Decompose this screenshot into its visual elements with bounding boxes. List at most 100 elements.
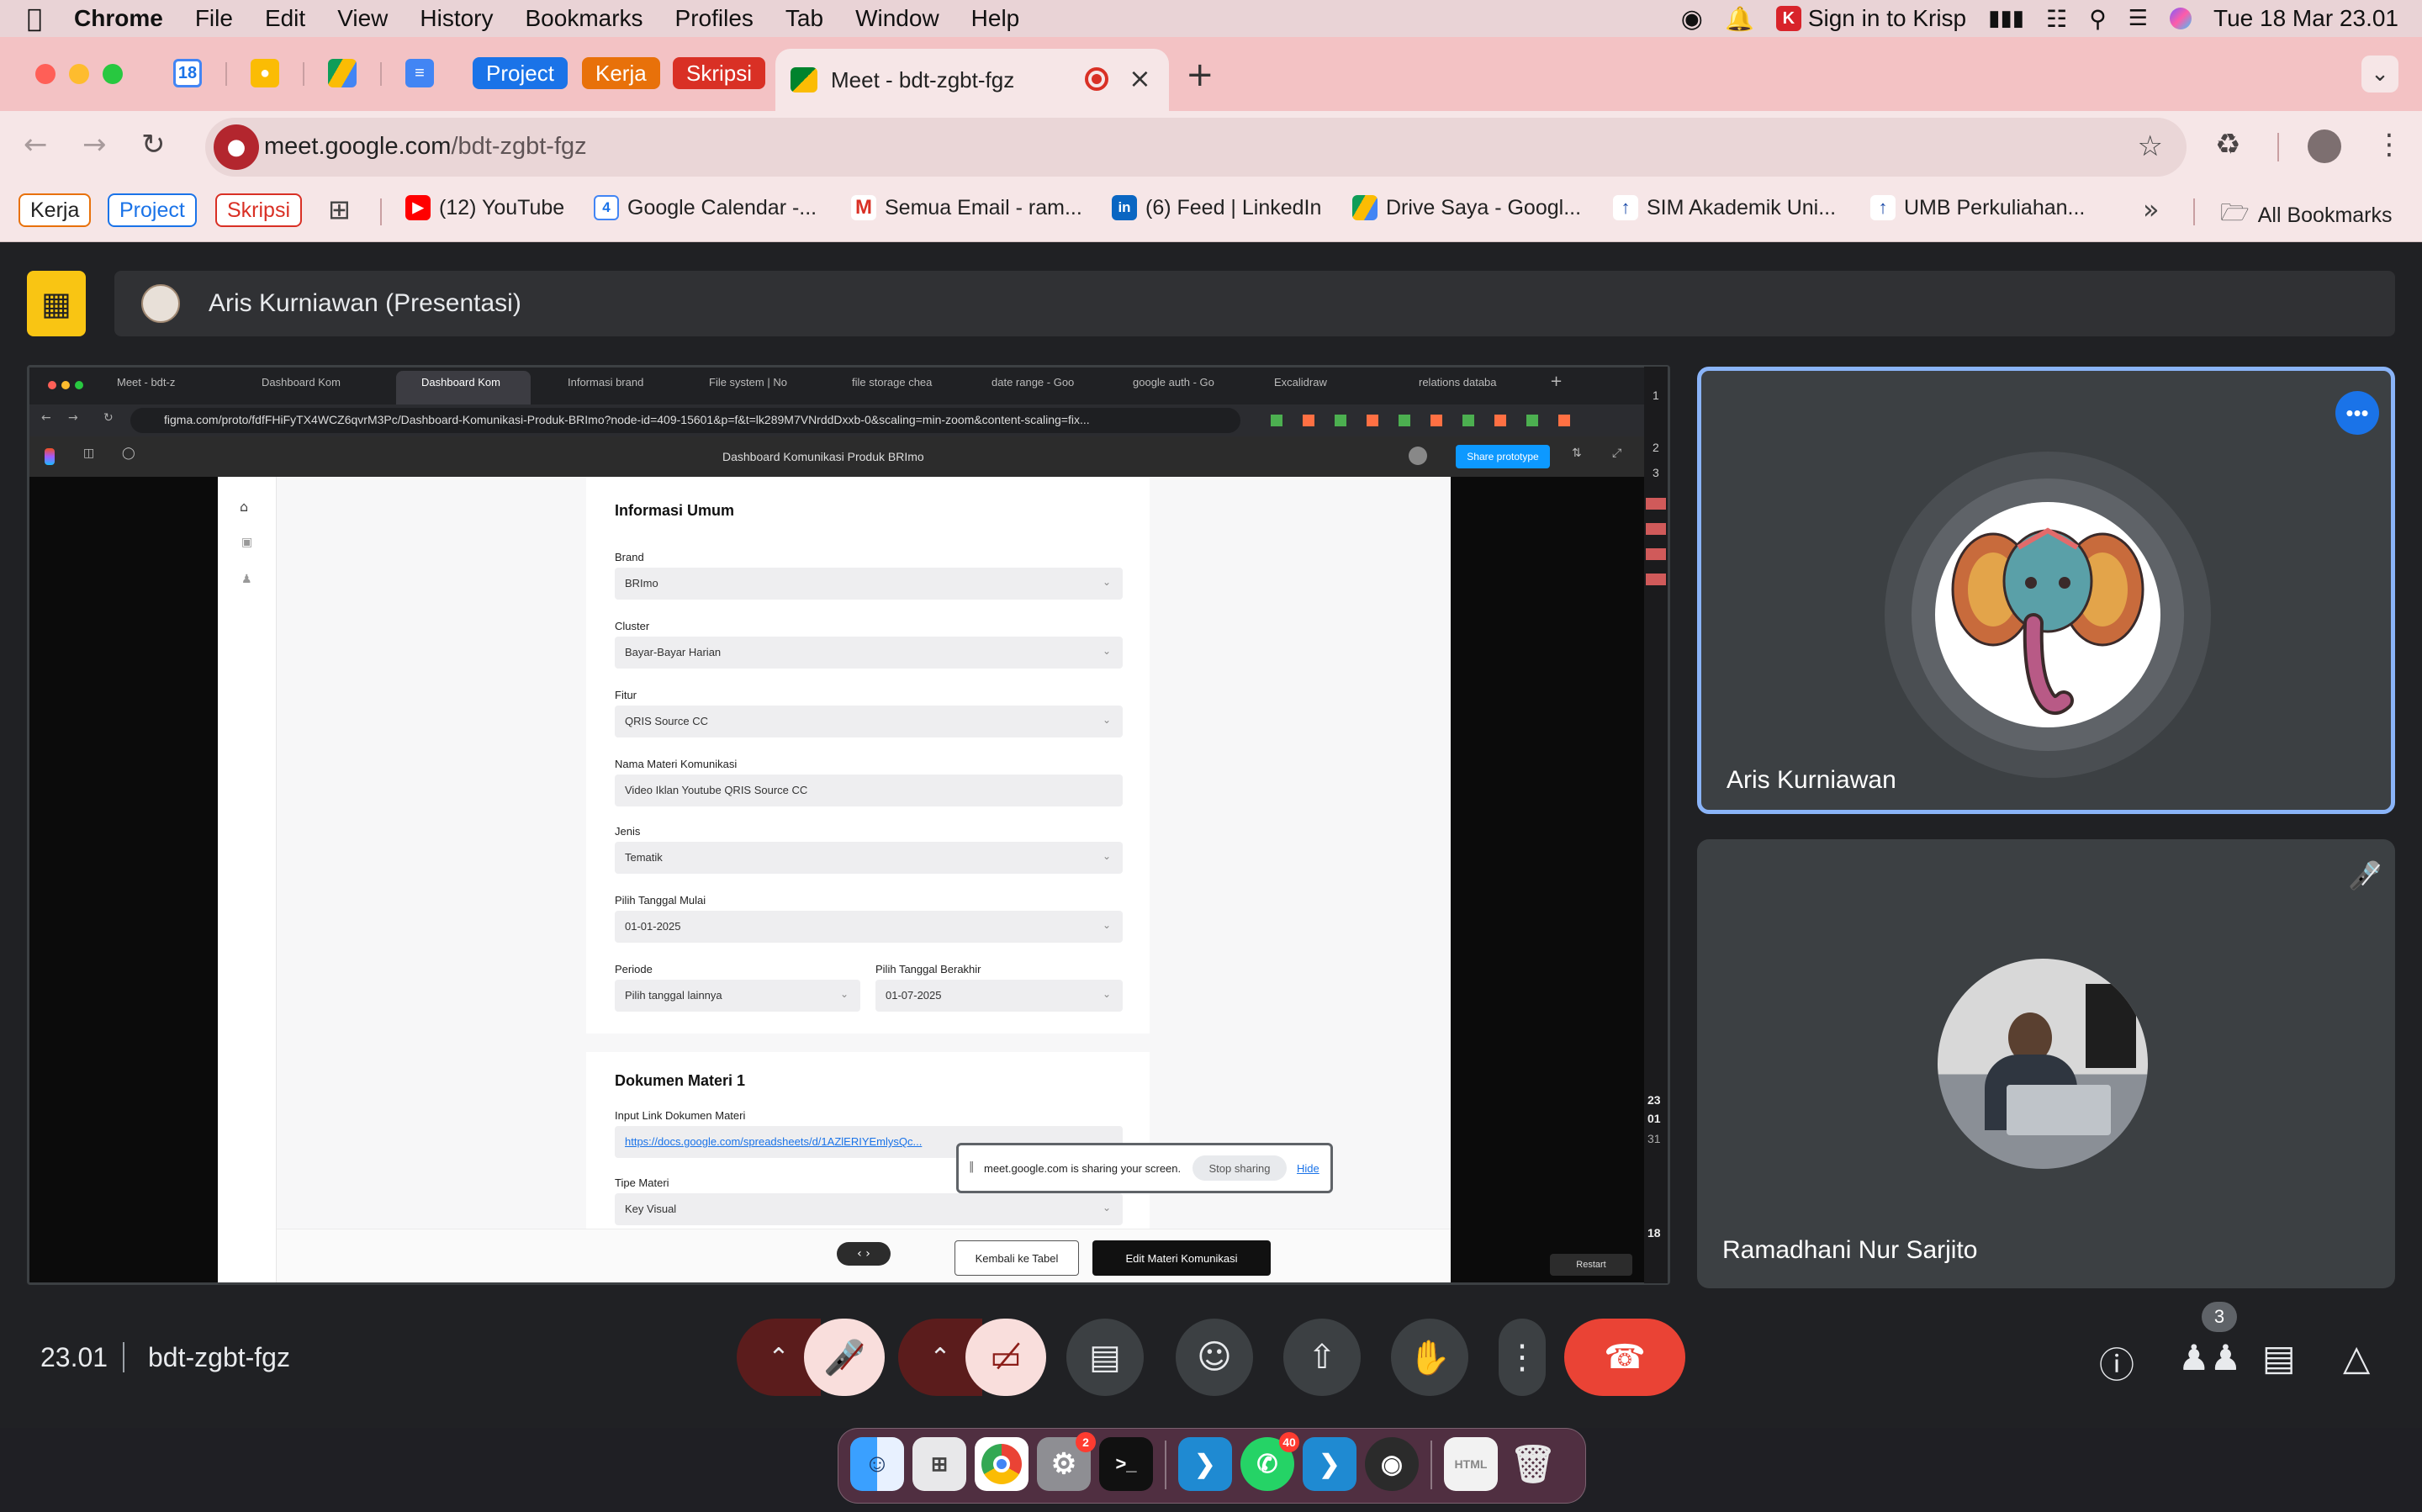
figma-sidebar-icon: ◫ — [83, 447, 95, 460]
tab-search-chevron-icon[interactable]: ⌄ — [2361, 56, 2398, 93]
microphone-off-button[interactable]: 🎤̸ — [804, 1319, 885, 1396]
apps-grid-icon[interactable]: ⊞ — [328, 193, 351, 225]
bookmark-group-skripsi[interactable]: Skripsi — [215, 193, 303, 227]
emoji-reaction-button[interactable]: ☺ — [1176, 1319, 1253, 1396]
field-value: Bayar-Bayar Harian — [625, 646, 722, 658]
system-settings-icon[interactable]: ⚙ 2 — [1037, 1432, 1096, 1491]
menu-bookmarks[interactable]: Bookmarks — [526, 5, 643, 32]
obs-icon[interactable]: ◉ — [1681, 4, 1703, 34]
krisp-status[interactable]: K Sign in to Krisp — [1775, 5, 1966, 32]
chat-icon[interactable]: ▤ — [2262, 1337, 2296, 1378]
tab-group-project[interactable]: Project — [473, 57, 568, 89]
sharing-message: meet.google.com is sharing your screen. — [984, 1162, 1182, 1175]
pinned-tab-keep-icon[interactable]: ● — [251, 59, 279, 87]
more-options-button[interactable]: ⋮ — [1499, 1319, 1546, 1396]
notification-icon[interactable]: 🔔 — [1725, 5, 1754, 33]
strip-number: 2 — [1653, 441, 1659, 454]
pinned-tab-docs-icon[interactable]: ≡ — [405, 59, 434, 87]
address-bar[interactable]: ● meet.google.com/bdt-zgbt-fgz ☆ — [205, 118, 2187, 177]
menu-tab[interactable]: Tab — [785, 5, 823, 32]
bookmark-divider — [2193, 198, 2195, 225]
bookmark-drive[interactable]: Drive Saya - Googl... — [1352, 195, 1581, 220]
html-file-icon[interactable]: HTML — [1444, 1437, 1498, 1491]
wifi-icon[interactable]: ☷ — [2046, 5, 2067, 33]
laptop — [2007, 1085, 2111, 1135]
back-arrow-icon[interactable]: ← — [24, 128, 48, 161]
folder-icon: 🗁 — [2220, 198, 2250, 226]
forward-arrow-icon[interactable]: → — [82, 128, 107, 161]
meeting-info-icon[interactable]: ⓘ — [2099, 1337, 2134, 1388]
apple-icon[interactable]:  — [27, 4, 42, 34]
bookmark-label: UMB Perkuliahan... — [1904, 195, 2086, 219]
microphone-in-use-icon[interactable]: ● — [214, 124, 259, 170]
all-bookmarks[interactable]: 🗁 All Bookmarks — [2220, 195, 2393, 235]
url-text[interactable]: meet.google.com/bdt-zgbt-fgz — [264, 133, 587, 161]
window-minimize-button[interactable] — [69, 64, 89, 84]
bookmark-gmail[interactable]: M Semua Email - ram... — [851, 195, 1082, 220]
reload-icon[interactable]: ↻ — [141, 128, 166, 161]
tanggal-mulai-select: 01-01-2025 ⌄ — [615, 911, 1123, 943]
launchpad-icon[interactable]: ⊞ — [912, 1437, 966, 1491]
menu-edit[interactable]: Edit — [265, 5, 305, 32]
whatsapp-icon[interactable]: ✆ 40 — [1240, 1432, 1299, 1491]
window-close-button[interactable] — [35, 64, 56, 84]
prototype-nav-arrows-icon: ‹ › — [837, 1242, 891, 1266]
camera-off-button[interactable]: ▭̸ — [965, 1319, 1046, 1396]
bookmark-google-calendar[interactable]: 4 Google Calendar -... — [594, 195, 817, 220]
present-screen-button[interactable]: ⇧ — [1283, 1319, 1361, 1396]
pinned-tab-calendar-icon[interactable]: 18 — [173, 59, 202, 87]
control-center-icon[interactable]: ☰ — [2129, 6, 2148, 31]
battery-icon[interactable]: ▮▮▮ — [1988, 6, 2024, 31]
obs-dock-icon[interactable]: ◉ — [1365, 1437, 1419, 1491]
terminal-icon[interactable]: >_ — [1099, 1437, 1153, 1491]
people-icon[interactable]: ♟♟ — [2178, 1337, 2241, 1378]
informasi-umum-card: Informasi Umum Brand BRImo ⌄ Cluster Baya… — [586, 477, 1150, 1034]
finder-icon[interactable]: ☺ — [850, 1437, 904, 1491]
menu-window[interactable]: Window — [855, 5, 939, 32]
leave-call-button[interactable]: ☎ — [1564, 1319, 1685, 1396]
bookmark-umb-perkuliahan[interactable]: ↑ UMB Perkuliahan... — [1870, 195, 2085, 220]
bookmark-sim-akademik[interactable]: ↑ SIM Akademik Uni... — [1613, 195, 1836, 220]
vscode-icon[interactable]: ❯ — [1178, 1437, 1232, 1491]
vscode-second-icon[interactable]: ❯ — [1303, 1437, 1356, 1491]
bookmark-label: SIM Akademik Uni... — [1647, 195, 1837, 219]
menu-file[interactable]: File — [195, 5, 233, 32]
more-menu-icon[interactable]: ⋮ — [2375, 128, 2403, 161]
close-tab-icon[interactable]: × — [1129, 62, 1151, 94]
menu-profiles[interactable]: Profiles — [675, 5, 754, 32]
menu-clock[interactable]: Tue 18 Mar 23.01 — [2213, 5, 2398, 32]
captions-button[interactable]: ▤ — [1066, 1319, 1144, 1396]
menu-history[interactable]: History — [420, 5, 493, 32]
trash-icon[interactable]: 🗑 — [1506, 1437, 1560, 1491]
bookmark-group-kerja[interactable]: Kerja — [19, 193, 92, 227]
tab-group-kerja[interactable]: Kerja — [582, 57, 660, 89]
tab-group-skripsi[interactable]: Skripsi — [673, 57, 766, 89]
raise-hand-button[interactable]: ✋ — [1391, 1319, 1468, 1396]
siri-icon[interactable] — [2170, 8, 2192, 29]
shared-browser-tabs: Meet - bdt-z Dashboard Kom Dashboard Kom… — [29, 367, 1668, 404]
tab-meet-active[interactable]: Meet - bdt-zgbt-fgz × — [775, 49, 1169, 111]
spotlight-search-icon[interactable]: ⚲ — [2089, 5, 2107, 33]
bookmark-linkedin[interactable]: in (6) Feed | LinkedIn — [1112, 195, 1321, 220]
figma-canvas: ⌂ ▣ ♟ Informasi Umum Brand BRImo ⌄ Cluste… — [29, 477, 1668, 1282]
extensions-puzzle-icon[interactable]: ♻ — [2215, 128, 2240, 161]
bookmark-star-icon[interactable]: ☆ — [2138, 130, 2163, 163]
bookmark-youtube[interactable]: ▶ (12) YouTube — [405, 195, 564, 220]
users-icon: ♟ — [241, 573, 252, 586]
window-zoom-button[interactable] — [103, 64, 123, 84]
menu-help[interactable]: Help — [971, 5, 1020, 32]
activities-icon[interactable]: △ — [2343, 1337, 2370, 1378]
new-tab-icon[interactable]: + — [1186, 56, 1214, 94]
more-bookmarks-chevron-icon[interactable]: » — [2143, 193, 2160, 225]
tab-divider — [380, 62, 382, 86]
chrome-dock-icon[interactable] — [975, 1437, 1029, 1491]
shared-screen[interactable]: Meet - bdt-z Dashboard Kom Dashboard Kom… — [27, 365, 1670, 1285]
participant-tile-ramadhani[interactable]: 🎤̸ Ramadhani Nur Sarjito — [1697, 839, 2395, 1288]
pinned-tab-drive-icon[interactable] — [328, 59, 357, 87]
menu-view[interactable]: View — [337, 5, 388, 32]
bookmark-group-project[interactable]: Project — [108, 193, 197, 227]
profile-avatar[interactable] — [2308, 130, 2341, 163]
stop-presenting-icon[interactable]: ▦ — [27, 271, 86, 336]
menu-app-name[interactable]: Chrome — [74, 5, 163, 32]
participant-tile-aris[interactable]: ••• Aris Kurniawan — [1697, 367, 2395, 814]
